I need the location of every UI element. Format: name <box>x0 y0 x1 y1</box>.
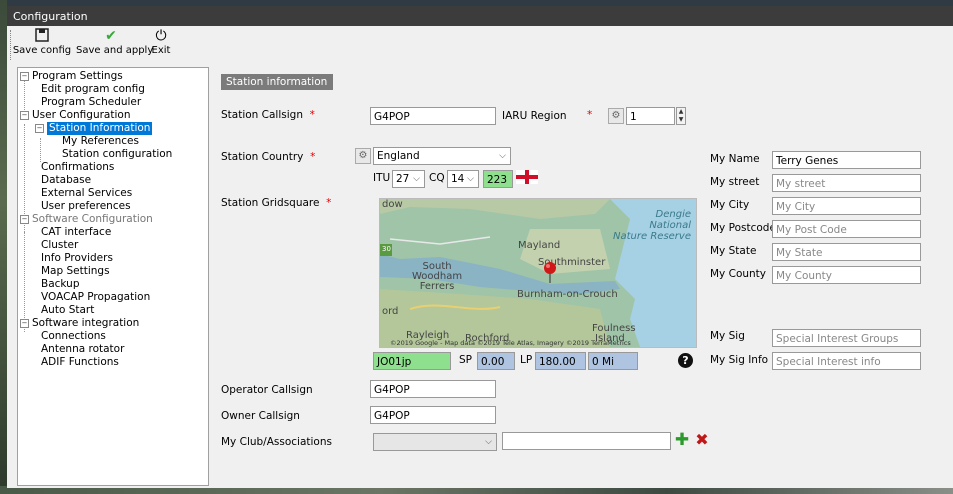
club-associations-label: My Club/Associations <box>221 436 332 448</box>
tree-item-program-scheduler[interactable]: Program Scheduler <box>41 96 141 109</box>
my-city-label: My City <box>710 199 750 211</box>
my-state-label: My State <box>710 245 757 257</box>
map-label-burnham: Burnham-on-Crouch <box>517 289 618 300</box>
sp-field: 0.00 <box>477 352 515 370</box>
configuration-window: Configuration Save config ✔ Save and app… <box>7 6 953 488</box>
tree-item-my-references[interactable]: My References <box>62 135 139 148</box>
tree-item-user-configuration[interactable]: − User Configuration <box>20 109 130 122</box>
iaru-region-input[interactable]: 1 <box>626 107 675 125</box>
my-sig-info-input[interactable]: Special Interest info <box>772 352 921 370</box>
my-street-input[interactable]: My street <box>772 174 921 192</box>
my-postcode-input[interactable]: My Post Code <box>772 220 921 238</box>
station-country-label: Station Country * <box>221 151 316 163</box>
tree-item-antenna-rotator[interactable]: Antenna rotator <box>41 343 124 356</box>
station-gridsquare-label: Station Gridsquare * <box>221 197 332 209</box>
my-sig-info-label: My Sig Info <box>710 354 769 366</box>
map-label-ord: ord <box>382 306 399 317</box>
toolbar: Save config ✔ Save and apply ⏻ Exit <box>7 26 953 64</box>
window-title: Configuration <box>13 10 88 23</box>
cq-select[interactable]: 14 ⌵ <box>447 170 479 188</box>
tree-item-external-services[interactable]: External Services <box>41 187 132 200</box>
checkmark-icon: ✔ <box>105 28 117 44</box>
my-county-input[interactable]: My County <box>772 266 921 284</box>
my-county-label: My County <box>710 268 767 280</box>
operator-callsign-label: Operator Callsign <box>221 384 313 396</box>
station-callsign-input[interactable]: G4POP <box>370 107 496 125</box>
operator-callsign-input[interactable]: G4POP <box>370 380 496 398</box>
power-icon: ⏻ <box>155 28 167 44</box>
iaru-required-mark: * <box>587 109 593 121</box>
my-name-label: My Name <box>710 153 760 165</box>
club-text-input[interactable] <box>502 432 671 450</box>
tree-item-confirmations[interactable]: Confirmations <box>41 161 114 174</box>
tree-item-cat-interface[interactable]: CAT interface <box>41 226 111 239</box>
station-callsign-label: Station Callsign * <box>221 109 315 121</box>
tree-item-software-configuration[interactable]: − Software Configuration <box>20 213 153 226</box>
tree-item-map-settings[interactable]: Map Settings <box>41 265 110 278</box>
tree-item-user-preferences[interactable]: User preferences <box>41 200 131 213</box>
tree-item-adif-functions[interactable]: ADIF Functions <box>41 356 119 369</box>
my-city-input[interactable]: My City <box>772 197 921 215</box>
map-road-number: 30 <box>382 245 391 253</box>
map-pin-icon <box>544 262 556 283</box>
location-map[interactable]: dow 30 Dengie National Nature Reserve Ma… <box>379 198 697 348</box>
desktop-background <box>0 0 7 494</box>
tree-item-edit-program-config[interactable]: Edit program config <box>41 83 145 96</box>
owner-callsign-label: Owner Callsign <box>221 410 300 422</box>
lp-label: LP <box>520 354 533 366</box>
station-information-panel: Station information Station Callsign * G… <box>212 67 947 487</box>
tree-item-station-information-expander[interactable]: − <box>35 122 47 135</box>
save-config-button[interactable]: Save config <box>11 28 73 62</box>
my-name-input[interactable]: Terry Genes <box>772 151 921 169</box>
tree-item-backup[interactable]: Backup <box>41 278 80 291</box>
dxcc-field: 223 <box>483 170 513 188</box>
my-sig-input[interactable]: Special Interest Groups <box>772 329 921 347</box>
help-icon[interactable]: ? <box>678 353 693 368</box>
floppy-icon <box>11 28 73 45</box>
station-country-select[interactable]: England ⌵ <box>373 147 511 165</box>
tree-item-software-integration[interactable]: − Software integration <box>20 317 139 330</box>
my-sig-label: My Sig <box>710 330 745 342</box>
tree-item-station-configuration[interactable]: Station configuration <box>62 148 172 161</box>
save-and-apply-button[interactable]: ✔ Save and apply <box>76 28 153 62</box>
tree-item-auto-start[interactable]: Auto Start <box>41 304 94 317</box>
distance-field: 0 Mi <box>588 352 638 370</box>
map-label-dengie: Dengie National Nature Reserve <box>613 209 691 242</box>
itu-select[interactable]: 27 ⌵ <box>392 170 425 188</box>
my-street-label: My street <box>710 176 760 188</box>
map-copyright: ©2019 Google - Map data ©2019 Tele Atlas… <box>390 339 631 347</box>
title-bar: Configuration <box>7 6 953 26</box>
map-label-top: dow <box>382 199 403 210</box>
tree-item-station-information[interactable]: Station Information <box>47 122 153 135</box>
england-flag-icon <box>516 170 538 184</box>
owner-callsign-input[interactable]: G4POP <box>370 406 496 424</box>
map-label-south-woodham: South Woodham Ferrers <box>412 261 463 292</box>
tree-item-connections[interactable]: Connections <box>41 330 106 343</box>
gridsquare-input[interactable]: JO01jp <box>373 352 451 370</box>
section-title: Station information <box>221 74 333 90</box>
cq-label: CQ <box>429 172 445 184</box>
lp-field: 180.00 <box>535 352 586 370</box>
my-state-input[interactable]: My State <box>772 243 921 261</box>
itu-label: ITU <box>373 172 391 184</box>
sp-label: SP <box>459 354 472 366</box>
country-lookup-icon[interactable]: ⚙ <box>355 148 371 164</box>
exit-button[interactable]: ⏻ Exit <box>148 28 174 62</box>
map-label-mayland: Mayland <box>518 240 561 251</box>
tree-item-cluster[interactable]: Cluster <box>41 239 78 252</box>
settings-tree: − Program Settings Edit program config Pr… <box>17 67 209 486</box>
club-select[interactable]: ⌵ <box>373 433 497 451</box>
tree-item-database[interactable]: Database <box>41 174 91 187</box>
my-postcode-label: My Postcode <box>710 222 776 234</box>
tree-item-info-providers[interactable]: Info Providers <box>41 252 113 265</box>
x-icon[interactable]: ✖ <box>694 432 710 448</box>
tree-item-voacap-propagation[interactable]: VOACAP Propagation <box>41 291 150 304</box>
plus-icon[interactable]: ✚ <box>674 432 690 449</box>
iaru-lookup-icon[interactable]: ⚙ <box>608 108 624 124</box>
tree-item-program-settings[interactable]: − Program Settings <box>20 70 123 83</box>
iaru-region-spinner[interactable]: ▲ ▼ <box>676 107 686 125</box>
iaru-region-label: IARU Region <box>502 110 567 122</box>
